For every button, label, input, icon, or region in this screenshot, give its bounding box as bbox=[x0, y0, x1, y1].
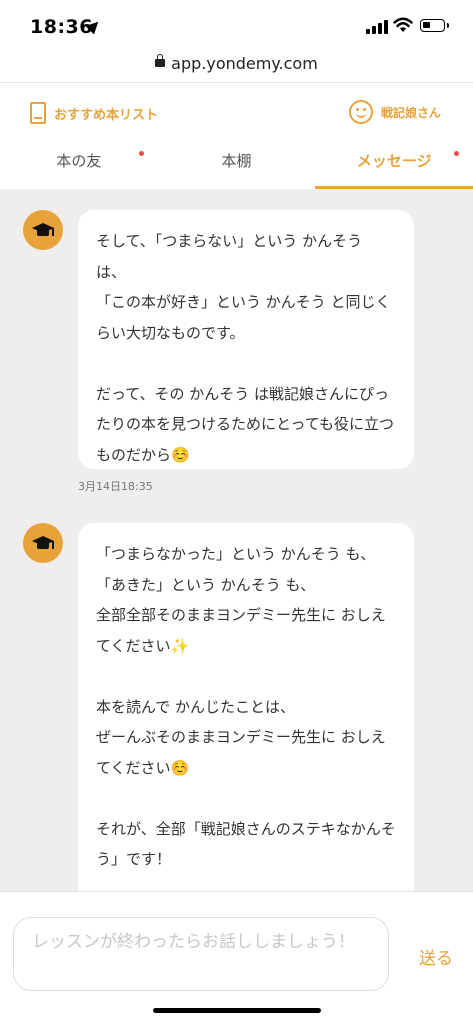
status-bar: 18:36 bbox=[0, 0, 473, 50]
url-display[interactable]: app.yondemy.com bbox=[155, 54, 318, 73]
message-timestamp: 3月14日18:35 bbox=[78, 480, 153, 493]
message-bubble: そして、「つまらない」という かんそう は、 「この本が好き」という かんそう … bbox=[78, 210, 414, 469]
smiley-face-icon bbox=[348, 100, 373, 124]
message-bubble: 「つまらなかった」という かんそう も、 「あきた」という かんそう も、 全部… bbox=[78, 523, 414, 923]
notification-badge bbox=[139, 151, 144, 156]
url-text: app.yondemy.com bbox=[171, 54, 318, 73]
send-button[interactable]: 送る bbox=[419, 944, 453, 969]
book-icon bbox=[30, 102, 46, 124]
message-input[interactable]: レッスンが終わったらお話ししましょう！ bbox=[13, 917, 389, 991]
notification-badge bbox=[454, 151, 460, 156]
user-profile-button[interactable]: 戦記娘さん bbox=[348, 100, 441, 124]
teacher-avatar bbox=[23, 210, 63, 250]
browser-url-bar[interactable]: app.yondemy.com bbox=[0, 50, 473, 82]
tab-bookshelf-label: 本棚 bbox=[221, 152, 252, 170]
status-time: 18:36 bbox=[30, 16, 93, 38]
lock-icon bbox=[155, 54, 166, 67]
home-indicator[interactable] bbox=[153, 1008, 321, 1013]
tab-book-friends[interactable]: 本の友 bbox=[0, 138, 158, 189]
tab-bookshelf[interactable]: 本棚 bbox=[158, 138, 316, 189]
wifi-icon bbox=[393, 17, 413, 32]
recommended-list-link[interactable]: おすすめ本リスト bbox=[30, 101, 158, 125]
tab-bar: 本の友 本棚 メッセージ bbox=[0, 138, 473, 189]
tab-messages-label: メッセージ bbox=[356, 152, 432, 170]
tab-messages[interactable]: メッセージ bbox=[315, 138, 473, 189]
cellular-signal-icon bbox=[366, 20, 388, 34]
message-composer: レッスンが終わったらお話ししましょう！ 送る bbox=[0, 891, 473, 1025]
recommended-list-label: おすすめ本リスト bbox=[54, 107, 159, 123]
battery-icon bbox=[420, 19, 449, 32]
tab-book-friends-label: 本の友 bbox=[56, 152, 102, 170]
app-header: おすすめ本リスト 戦記娘さん 本の友 本棚 メッセージ bbox=[0, 82, 473, 189]
user-name: 戦記娘さん bbox=[380, 105, 441, 120]
teacher-avatar bbox=[23, 523, 63, 563]
